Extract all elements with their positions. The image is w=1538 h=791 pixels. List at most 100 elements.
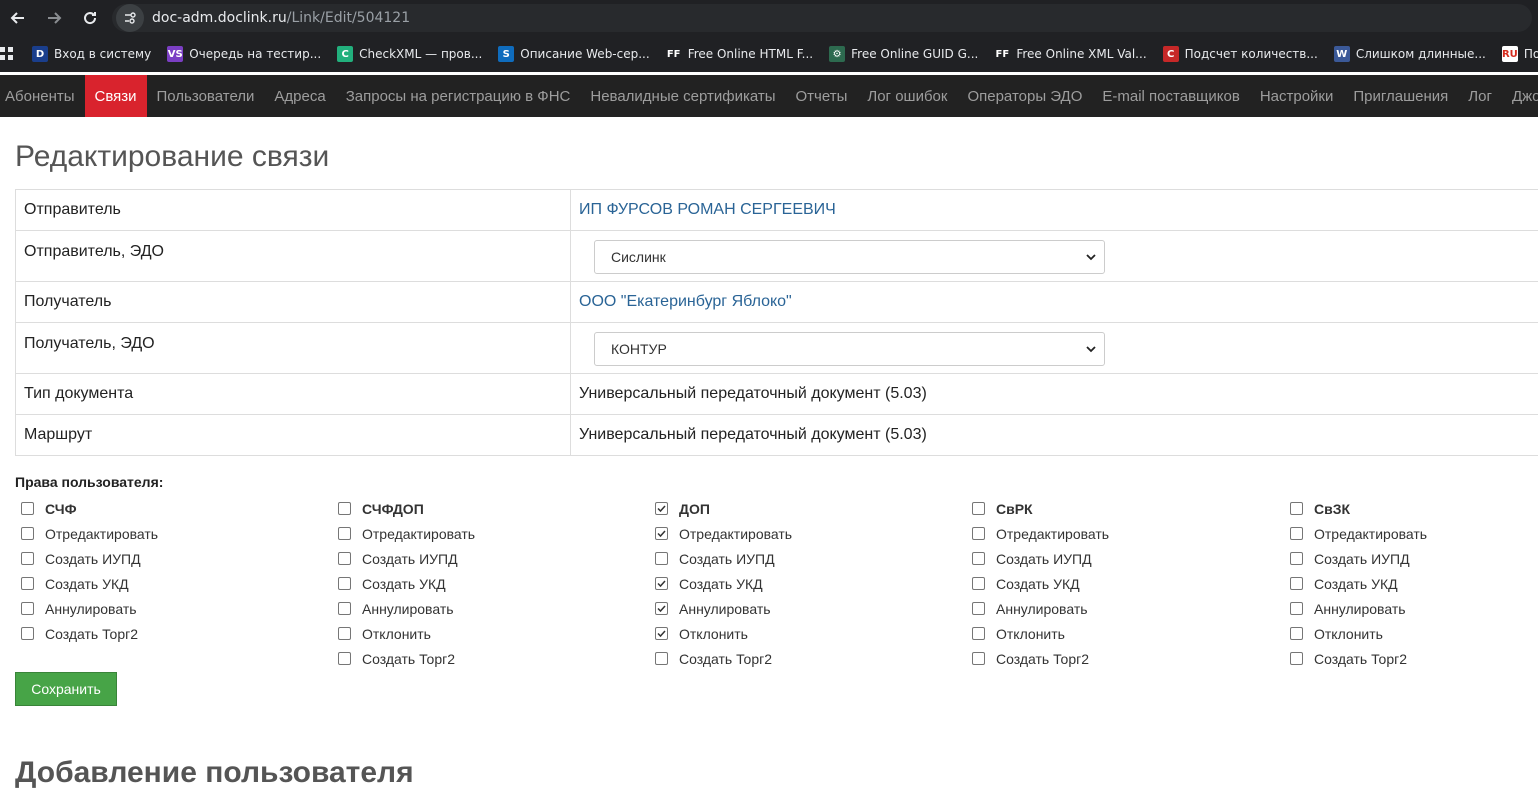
- nav-item[interactable]: Приглашения: [1343, 75, 1458, 117]
- sender-link[interactable]: ИП ФУРСОВ РОМАН СЕРГЕЕВИЧ: [579, 201, 836, 218]
- checkbox[interactable]: [655, 527, 668, 540]
- nav-item[interactable]: Запросы на регистрацию в ФНС: [336, 75, 581, 117]
- checkbox[interactable]: [972, 627, 985, 640]
- right-checkbox[interactable]: Аннулировать: [966, 596, 1266, 621]
- checkbox[interactable]: [21, 627, 34, 640]
- checkbox[interactable]: [1290, 577, 1303, 590]
- rights-group-checkbox[interactable]: СвЗК: [1284, 496, 1538, 521]
- right-checkbox[interactable]: Отредактировать: [1284, 521, 1538, 546]
- bookmark-item[interactable]: D Вход в систему: [26, 41, 157, 67]
- right-checkbox[interactable]: Создать УКД: [15, 571, 315, 596]
- right-checkbox[interactable]: Создать ИУПД: [966, 546, 1266, 571]
- right-checkbox[interactable]: Отредактировать: [649, 521, 949, 546]
- rights-group-checkbox[interactable]: СЧФДОП: [332, 496, 632, 521]
- right-checkbox[interactable]: Отклонить: [332, 621, 632, 646]
- checkbox[interactable]: [21, 602, 34, 615]
- checkbox[interactable]: [338, 577, 351, 590]
- bookmark-item[interactable]: C CheckXML — пров...: [331, 41, 488, 67]
- checkbox[interactable]: [655, 627, 668, 640]
- right-checkbox[interactable]: Отклонить: [1284, 621, 1538, 646]
- right-checkbox[interactable]: Создать ИУПД: [1284, 546, 1538, 571]
- right-checkbox[interactable]: Аннулировать: [1284, 596, 1538, 621]
- nav-item[interactable]: Адреса: [264, 75, 335, 117]
- bookmark-item[interactable]: FF Free Online XML Val...: [988, 41, 1152, 67]
- checkbox[interactable]: [972, 577, 985, 590]
- checkbox[interactable]: [1290, 527, 1303, 540]
- right-checkbox[interactable]: Отклонить: [966, 621, 1266, 646]
- checkbox[interactable]: [338, 602, 351, 615]
- checkbox[interactable]: [338, 502, 351, 515]
- checkbox[interactable]: [655, 577, 668, 590]
- checkbox[interactable]: [655, 602, 668, 615]
- rights-group-checkbox[interactable]: ДОП: [649, 496, 949, 521]
- right-checkbox[interactable]: Аннулировать: [332, 596, 632, 621]
- checkbox[interactable]: [338, 627, 351, 640]
- reload-button[interactable]: [72, 0, 108, 36]
- right-checkbox[interactable]: Создать Торг2: [966, 646, 1266, 671]
- right-checkbox[interactable]: Создать УКД: [649, 571, 949, 596]
- right-checkbox[interactable]: Аннулировать: [649, 596, 949, 621]
- nav-item[interactable]: Операторы ЭДО: [957, 75, 1092, 117]
- checkbox[interactable]: [1290, 502, 1303, 515]
- nav-item[interactable]: Отчеты: [786, 75, 858, 117]
- bookmark-item[interactable]: W Слишком длинные...: [1328, 41, 1492, 67]
- nav-item[interactable]: E-mail поставщиков: [1092, 75, 1249, 117]
- right-checkbox[interactable]: Создать Торг2: [332, 646, 632, 671]
- right-checkbox[interactable]: Создать УКД: [332, 571, 632, 596]
- nav-item[interactable]: Лог ошибок: [857, 75, 957, 117]
- checkbox[interactable]: [1290, 602, 1303, 615]
- checkbox[interactable]: [21, 577, 34, 590]
- bookmark-item[interactable]: RU Подтверждение по...: [1496, 41, 1538, 67]
- site-info-icon[interactable]: [116, 4, 144, 32]
- checkbox[interactable]: [21, 502, 34, 515]
- right-checkbox[interactable]: Отредактировать: [332, 521, 632, 546]
- rights-group-checkbox[interactable]: СвРК: [966, 496, 1266, 521]
- apps-icon[interactable]: [0, 36, 14, 72]
- right-checkbox[interactable]: Создать УКД: [966, 571, 1266, 596]
- checkbox[interactable]: [972, 552, 985, 565]
- right-checkbox[interactable]: Создать УКД: [1284, 571, 1538, 596]
- bookmark-item[interactable]: S Описание Web-сер...: [492, 41, 655, 67]
- checkbox[interactable]: [1290, 627, 1303, 640]
- checkbox[interactable]: [972, 602, 985, 615]
- nav-item[interactable]: Настройки: [1250, 75, 1344, 117]
- right-checkbox[interactable]: Создать Торг2: [15, 621, 315, 646]
- address-bar[interactable]: doc-adm.doclink.ru/Link/Edit/504121: [112, 4, 1532, 32]
- nav-item[interactable]: Абоненты: [0, 75, 85, 117]
- nav-item[interactable]: Лог: [1458, 75, 1502, 117]
- nav-item[interactable]: Связи: [84, 75, 147, 117]
- nav-item[interactable]: Джобы: [1502, 75, 1538, 117]
- bookmark-item[interactable]: FF Free Online HTML F...: [660, 41, 819, 67]
- checkbox[interactable]: [655, 552, 668, 565]
- receiver-edo-select[interactable]: КОНТУР: [594, 332, 1105, 366]
- checkbox[interactable]: [338, 527, 351, 540]
- right-checkbox[interactable]: Отклонить: [649, 621, 949, 646]
- rights-group-checkbox[interactable]: СЧФ: [15, 496, 315, 521]
- save-button[interactable]: Сохранить: [15, 672, 117, 706]
- checkbox[interactable]: [1290, 552, 1303, 565]
- checkbox[interactable]: [972, 502, 985, 515]
- checkbox[interactable]: [655, 652, 668, 665]
- forward-button[interactable]: [36, 0, 72, 36]
- right-checkbox[interactable]: Создать ИУПД: [15, 546, 315, 571]
- receiver-link[interactable]: ООО "Екатеринбург Яблоко": [579, 293, 792, 310]
- right-checkbox[interactable]: Отредактировать: [966, 521, 1266, 546]
- right-checkbox[interactable]: Отредактировать: [15, 521, 315, 546]
- checkbox[interactable]: [1290, 652, 1303, 665]
- checkbox[interactable]: [21, 527, 34, 540]
- checkbox[interactable]: [338, 552, 351, 565]
- bookmark-item[interactable]: C Подсчет количеств...: [1157, 41, 1324, 67]
- right-checkbox[interactable]: Создать ИУПД: [332, 546, 632, 571]
- right-checkbox[interactable]: Аннулировать: [15, 596, 315, 621]
- nav-item[interactable]: Пользователи: [147, 75, 265, 117]
- bookmark-item[interactable]: ⚙ Free Online GUID G...: [823, 41, 984, 67]
- checkbox[interactable]: [972, 527, 985, 540]
- nav-item[interactable]: Невалидные сертификаты: [580, 75, 785, 117]
- right-checkbox[interactable]: Создать Торг2: [649, 646, 949, 671]
- back-button[interactable]: [0, 0, 36, 36]
- sender-edo-select[interactable]: Сислинк: [594, 240, 1105, 274]
- right-checkbox[interactable]: Создать Торг2: [1284, 646, 1538, 671]
- checkbox[interactable]: [972, 652, 985, 665]
- checkbox[interactable]: [655, 502, 668, 515]
- bookmark-item[interactable]: VS Очередь на тестир...: [161, 41, 327, 67]
